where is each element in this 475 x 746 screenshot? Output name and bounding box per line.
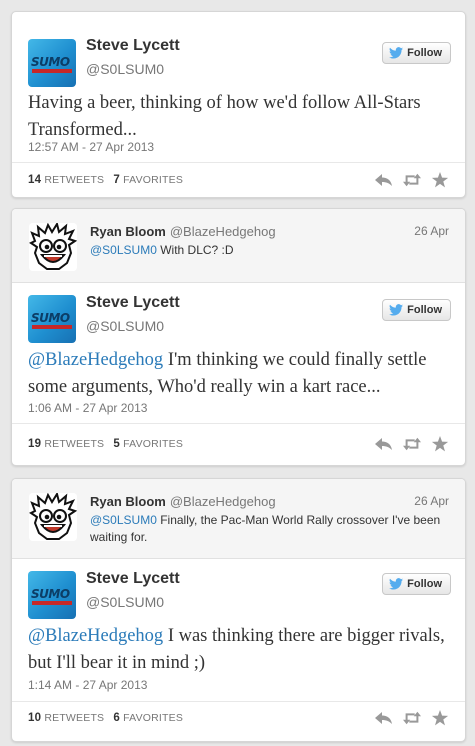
twitter-bird-icon: [389, 47, 403, 59]
reply-date[interactable]: 26 Apr: [414, 494, 449, 508]
reply-author: Ryan Bloom @BlazeHedgehog: [90, 494, 276, 509]
avatar[interactable]: SUMO: [28, 39, 76, 87]
tweet-card: Ryan Bloom @BlazeHedgehog 26 Apr @S0LSUM0…: [11, 478, 466, 742]
author-name[interactable]: Steve Lycett: [86, 294, 180, 312]
reply-author: Ryan Bloom @BlazeHedgehog: [90, 224, 276, 239]
reply-icon[interactable]: [375, 172, 393, 188]
reply-date[interactable]: 26 Apr: [414, 224, 449, 238]
divider: [12, 701, 465, 702]
avatar[interactable]: SUMO: [28, 295, 76, 343]
tweet-text: @BlazeHedgehog I was thinking there are …: [28, 623, 453, 677]
favorite-count[interactable]: 7: [113, 174, 120, 186]
follow-button[interactable]: Follow: [382, 573, 451, 595]
reply-text: @S0LSUM0 Finally, the Pac-Man World Rall…: [90, 512, 451, 546]
retweet-count[interactable]: 10: [28, 712, 41, 724]
author-name[interactable]: Steve Lycett: [86, 570, 180, 588]
tweet-card: SUMO Steve Lycett @S0LSUM0 Follow Having…: [11, 11, 466, 198]
reply-author-handle[interactable]: @BlazeHedgehog: [170, 224, 276, 239]
star-icon[interactable]: [431, 710, 449, 726]
tweet-actions: [375, 436, 449, 452]
reply-text: @S0LSUM0 With DLC? :D: [90, 242, 451, 259]
tweet-stats: 14 RETWEETS 7 FAVORITES: [28, 174, 183, 186]
tweet-actions: [375, 172, 449, 188]
tweet: SUMO Steve Lycett @S0LSUM0 Follow @Blaze…: [12, 559, 465, 742]
avatar[interactable]: SUMO: [28, 571, 76, 619]
mention-link[interactable]: @S0LSUM0: [90, 513, 157, 527]
timestamp[interactable]: 12:57 AM - 27 Apr 2013: [28, 140, 154, 154]
tweet-card: Ryan Bloom @BlazeHedgehog 26 Apr @S0LSUM0…: [11, 208, 466, 466]
favorites-label: FAVORITES: [123, 712, 184, 724]
follow-label: Follow: [407, 47, 442, 59]
divider: [12, 162, 465, 163]
reply-author-handle[interactable]: @BlazeHedgehog: [170, 494, 276, 509]
author-handle[interactable]: @S0LSUM0: [86, 61, 164, 77]
follow-label: Follow: [407, 304, 442, 316]
reply-author-name[interactable]: Ryan Bloom: [90, 494, 166, 509]
retweets-label: RETWEETS: [44, 174, 105, 186]
mention-link[interactable]: @BlazeHedgehog: [28, 626, 163, 646]
retweet-count[interactable]: 14: [28, 174, 41, 186]
follow-button[interactable]: Follow: [382, 299, 451, 321]
follow-button[interactable]: Follow: [382, 42, 451, 64]
tweet: SUMO Steve Lycett @S0LSUM0 Follow Having…: [12, 12, 465, 198]
author-handle[interactable]: @S0LSUM0: [86, 318, 164, 334]
mention-link[interactable]: @S0LSUM0: [90, 243, 157, 257]
timestamp[interactable]: 1:14 AM - 27 Apr 2013: [28, 678, 147, 692]
twitter-bird-icon: [389, 304, 403, 316]
retweet-icon[interactable]: [403, 436, 421, 452]
tweet-body: Having a beer, thinking of how we'd foll…: [28, 93, 421, 140]
retweets-label: RETWEETS: [44, 438, 105, 450]
tweet-stats: 10 RETWEETS 6 FAVORITES: [28, 712, 183, 724]
follow-label: Follow: [407, 578, 442, 590]
tweet-stats: 19 RETWEETS 5 FAVORITES: [28, 438, 183, 450]
star-icon[interactable]: [431, 172, 449, 188]
retweet-count[interactable]: 19: [28, 438, 41, 450]
author-name[interactable]: Steve Lycett: [86, 37, 180, 55]
avatar[interactable]: [29, 223, 77, 271]
tweet: SUMO Steve Lycett @S0LSUM0 Follow @Blaze…: [12, 283, 465, 466]
avatar[interactable]: [29, 493, 77, 541]
in-reply-to: Ryan Bloom @BlazeHedgehog 26 Apr @S0LSUM0…: [12, 209, 465, 283]
reply-icon[interactable]: [375, 710, 393, 726]
tweet-text: Having a beer, thinking of how we'd foll…: [28, 90, 453, 144]
reply-icon[interactable]: [375, 436, 393, 452]
tweet-actions: [375, 710, 449, 726]
favorites-label: FAVORITES: [123, 438, 184, 450]
timestamp[interactable]: 1:06 AM - 27 Apr 2013: [28, 401, 147, 415]
twitter-bird-icon: [389, 578, 403, 590]
retweet-icon[interactable]: [403, 172, 421, 188]
favorite-count[interactable]: 6: [113, 712, 120, 724]
retweets-label: RETWEETS: [44, 712, 105, 724]
retweet-icon[interactable]: [403, 710, 421, 726]
tweet-text: @BlazeHedgehog I'm thinking we could fin…: [28, 347, 453, 401]
divider: [12, 423, 465, 424]
author-handle[interactable]: @S0LSUM0: [86, 594, 164, 610]
favorites-label: FAVORITES: [123, 174, 184, 186]
in-reply-to: Ryan Bloom @BlazeHedgehog 26 Apr @S0LSUM0…: [12, 479, 465, 559]
favorite-count[interactable]: 5: [113, 438, 120, 450]
reply-body: With DLC? :D: [156, 243, 234, 257]
reply-author-name[interactable]: Ryan Bloom: [90, 224, 166, 239]
star-icon[interactable]: [431, 436, 449, 452]
mention-link[interactable]: @BlazeHedgehog: [28, 350, 163, 370]
